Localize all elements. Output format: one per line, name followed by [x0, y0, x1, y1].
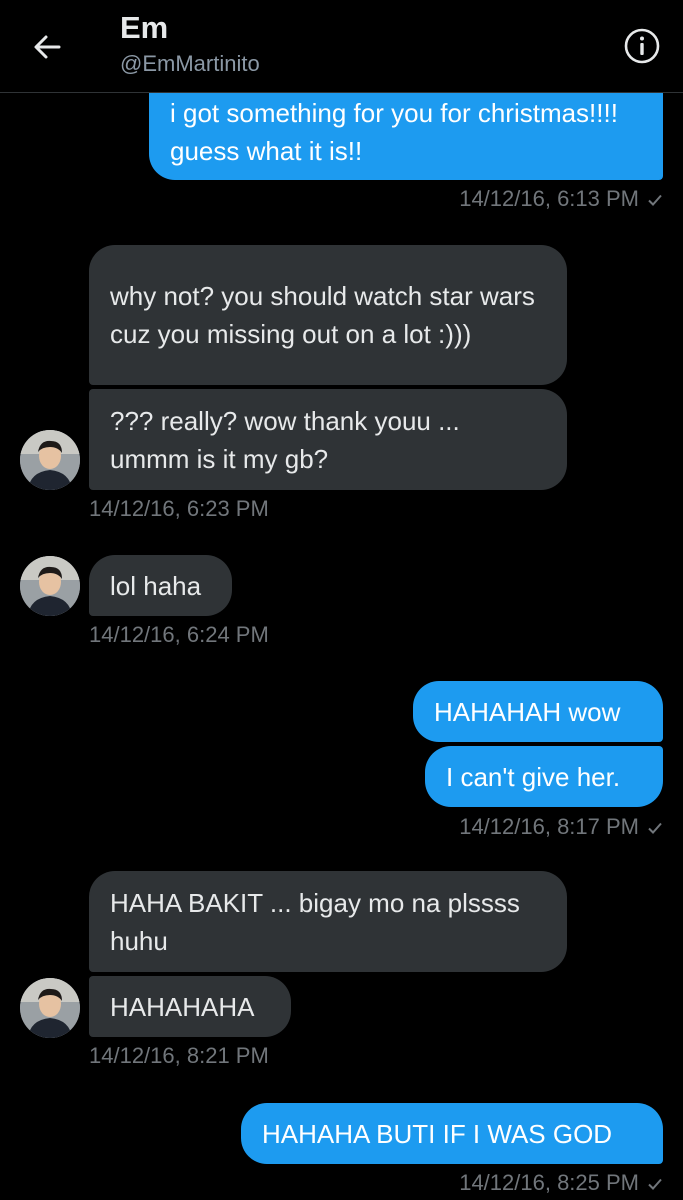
outgoing-message[interactable]: I can't give her.	[425, 746, 663, 807]
contact-avatar[interactable]	[20, 556, 80, 616]
back-button[interactable]	[28, 28, 66, 66]
message-timestamp: 14/12/16, 8:21 PM	[89, 1043, 269, 1068]
contact-avatar[interactable]	[20, 978, 80, 1038]
message-timestamp: 14/12/16, 8:17 PM	[459, 814, 663, 840]
message-timestamp: 14/12/16, 6:24 PM	[89, 622, 269, 647]
incoming-message[interactable]: HAHA BAKIT ... bigay mo na plssss huhu	[89, 871, 567, 972]
message-text: i got something for you for christmas!!!…	[170, 98, 618, 166]
info-circle-icon	[624, 28, 660, 64]
contact-avatar[interactable]	[20, 430, 80, 490]
incoming-message[interactable]: lol haha	[89, 555, 232, 616]
incoming-message[interactable]: why not? you should watch star wars cuz …	[89, 245, 567, 385]
outgoing-message[interactable]: HAHAHAH wow	[413, 681, 663, 742]
message-timestamp: 14/12/16, 6:13 PM	[459, 186, 663, 212]
message-text: ??? really? wow thank youu ... ummm is i…	[110, 405, 460, 474]
arrow-left-icon	[34, 35, 61, 59]
message-text: why not? you should watch star wars cuz …	[110, 281, 535, 349]
message-text: HAHAHA BUTI IF I WAS GOD	[262, 1118, 613, 1149]
outgoing-message[interactable]: HAHAHA BUTI IF I WAS GOD	[241, 1103, 663, 1164]
avatar-image	[20, 978, 80, 1038]
sent-check-icon	[648, 1179, 662, 1191]
message-text: HAHAHAH wow	[434, 696, 621, 727]
avatar-image	[20, 556, 80, 616]
outgoing-message[interactable]: i got something for you for christmas!!!…	[149, 80, 663, 180]
info-button[interactable]	[622, 26, 662, 66]
conversation-header: Em @EmMartinito	[0, 0, 683, 93]
message-text: lol haha	[110, 570, 202, 601]
contact-name[interactable]: Em	[120, 10, 168, 46]
incoming-message[interactable]: ??? really? wow thank youu ... ummm is i…	[89, 389, 567, 490]
contact-handle[interactable]: @EmMartinito	[120, 51, 260, 77]
message-text: HAHAHAHA	[110, 991, 255, 1022]
sent-check-icon	[648, 195, 662, 207]
avatar-image	[20, 430, 80, 490]
message-timestamp: 14/12/16, 8:25 PM	[459, 1170, 663, 1196]
message-text: HAHA BAKIT ... bigay mo na plssss huhu	[110, 887, 520, 956]
sent-check-icon	[648, 823, 662, 835]
message-text: I can't give her.	[446, 761, 621, 792]
incoming-message[interactable]: HAHAHAHA	[89, 976, 291, 1037]
message-timestamp: 14/12/16, 6:23 PM	[89, 496, 269, 521]
